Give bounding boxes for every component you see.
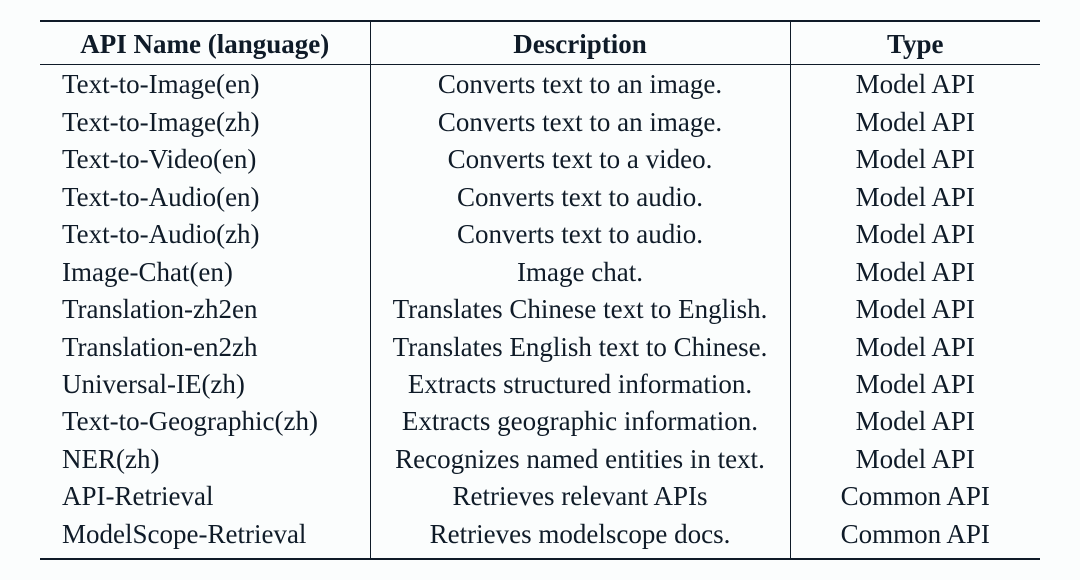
cell-description: Extracts structured information. xyxy=(370,365,790,402)
cell-api-name: Image-Chat(en) xyxy=(40,253,370,290)
cell-description: Recognizes named entities in text. xyxy=(370,440,790,477)
cell-api-name: Text-to-Geographic(zh) xyxy=(40,402,370,439)
table-row: Text-to-Image(zh)Converts text to an ima… xyxy=(40,103,1040,140)
cell-type: Common API xyxy=(790,477,1040,514)
table-row: Text-to-Audio(zh)Converts text to audio.… xyxy=(40,215,1040,252)
cell-type: Model API xyxy=(790,103,1040,140)
cell-type: Model API xyxy=(790,440,1040,477)
cell-description: Converts text to an image. xyxy=(370,65,790,103)
table-row: Text-to-Video(en)Converts text to a vide… xyxy=(40,140,1040,177)
api-table: API Name (language) Description Type Tex… xyxy=(40,20,1040,560)
cell-api-name: API-Retrieval xyxy=(40,477,370,514)
cell-description: Converts text to audio. xyxy=(370,215,790,252)
cell-description: Retrieves modelscope docs. xyxy=(370,515,790,559)
table-row: Translation-en2zhTranslates English text… xyxy=(40,328,1040,365)
cell-api-name: Text-to-Image(en) xyxy=(40,65,370,103)
cell-api-name: Translation-zh2en xyxy=(40,290,370,327)
cell-description: Converts text to audio. xyxy=(370,178,790,215)
cell-type: Model API xyxy=(790,65,1040,103)
cell-type: Model API xyxy=(790,215,1040,252)
header-description: Description xyxy=(370,21,790,65)
table-row: Text-to-Geographic(zh)Extracts geographi… xyxy=(40,402,1040,439)
cell-description: Extracts geographic information. xyxy=(370,402,790,439)
cell-type: Model API xyxy=(790,290,1040,327)
cell-api-name: Text-to-Video(en) xyxy=(40,140,370,177)
table-header-row: API Name (language) Description Type xyxy=(40,21,1040,65)
cell-description: Retrieves relevant APIs xyxy=(370,477,790,514)
cell-api-name: Universal-IE(zh) xyxy=(40,365,370,402)
table-row: Text-to-Audio(en)Converts text to audio.… xyxy=(40,178,1040,215)
header-api-name: API Name (language) xyxy=(40,21,370,65)
cell-api-name: Text-to-Image(zh) xyxy=(40,103,370,140)
cell-type: Model API xyxy=(790,402,1040,439)
table-row: Universal-IE(zh)Extracts structured info… xyxy=(40,365,1040,402)
cell-type: Model API xyxy=(790,328,1040,365)
table-row: ModelScope-RetrievalRetrieves modelscope… xyxy=(40,515,1040,559)
cell-api-name: Text-to-Audio(zh) xyxy=(40,215,370,252)
cell-api-name: NER(zh) xyxy=(40,440,370,477)
table-row: Text-to-Image(en)Converts text to an ima… xyxy=(40,65,1040,103)
cell-description: Image chat. xyxy=(370,253,790,290)
cell-api-name: Text-to-Audio(en) xyxy=(40,178,370,215)
cell-type: Model API xyxy=(790,140,1040,177)
cell-description: Converts text to a video. xyxy=(370,140,790,177)
cell-type: Model API xyxy=(790,253,1040,290)
cell-description: Translates Chinese text to English. xyxy=(370,290,790,327)
cell-type: Model API xyxy=(790,365,1040,402)
table-row: API-RetrievalRetrieves relevant APIsComm… xyxy=(40,477,1040,514)
cell-type: Common API xyxy=(790,515,1040,559)
table-row: NER(zh)Recognizes named entities in text… xyxy=(40,440,1040,477)
header-type: Type xyxy=(790,21,1040,65)
table-row: Translation-zh2enTranslates Chinese text… xyxy=(40,290,1040,327)
cell-type: Model API xyxy=(790,178,1040,215)
cell-api-name: Translation-en2zh xyxy=(40,328,370,365)
cell-api-name: ModelScope-Retrieval xyxy=(40,515,370,559)
cell-description: Converts text to an image. xyxy=(370,103,790,140)
cell-description: Translates English text to Chinese. xyxy=(370,328,790,365)
table-row: Image-Chat(en)Image chat.Model API xyxy=(40,253,1040,290)
